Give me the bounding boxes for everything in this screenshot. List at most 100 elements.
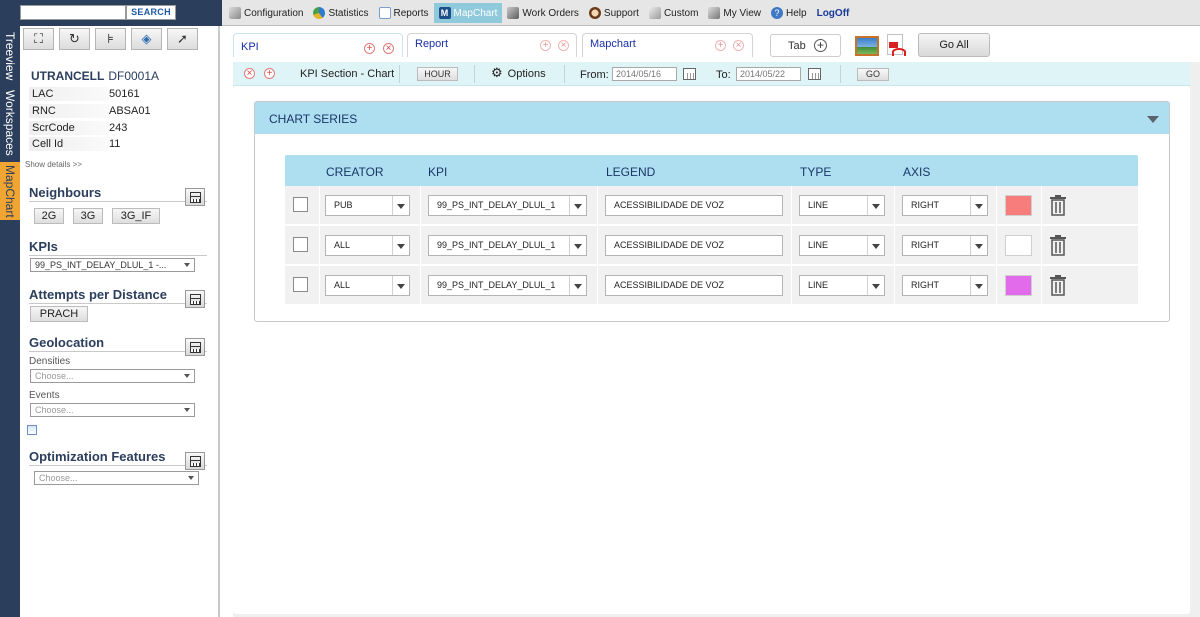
layers-tool-button[interactable]: ◈ — [131, 28, 162, 50]
chevron-down-icon — [867, 196, 884, 215]
calculator-icon — [189, 455, 201, 467]
menu-help[interactable]: ? Help — [766, 3, 812, 23]
close-icon[interactable]: × — [733, 40, 744, 51]
top-bar: SEARCH Configuration Statistics Reports … — [0, 0, 1200, 26]
chart-series-header[interactable]: CHART SERIES — [255, 102, 1169, 134]
row-checkbox[interactable] — [293, 237, 308, 252]
menu-work-orders[interactable]: Work Orders — [502, 3, 584, 23]
creator-select[interactable]: ALL — [325, 235, 410, 256]
legend-input[interactable]: ACESSIBILIDADE DE VOZ — [605, 235, 783, 256]
kpi-select[interactable]: 99_PS_INT_DELAY_DLUL_1 — [428, 275, 587, 296]
col-creator: CREATOR — [326, 165, 384, 179]
color-swatch[interactable] — [1005, 275, 1032, 296]
row-checkbox[interactable] — [293, 277, 308, 292]
add-icon[interactable]: + — [364, 43, 375, 54]
legend-input[interactable]: ACESSIBILIDADE DE VOZ — [605, 195, 783, 216]
chart-series-panel: CHART SERIES CREATOR KPI LEGEND TYPE AXI… — [254, 101, 1170, 322]
cell-tool-button[interactable]: ⛶ — [23, 28, 54, 50]
menu-support[interactable]: Support — [584, 3, 644, 23]
tree-tool-button[interactable]: ⊧ — [95, 28, 126, 50]
search-input[interactable] — [20, 5, 126, 20]
add-tab-button[interactable]: Tab + — [770, 34, 841, 57]
pdf-export-icon[interactable] — [887, 34, 906, 56]
menu-reports[interactable]: Reports — [374, 3, 434, 23]
prach-button[interactable]: PRACH — [30, 306, 88, 322]
trash-icon[interactable] — [1049, 275, 1067, 296]
neighbours-calc-button[interactable] — [185, 188, 205, 206]
optimization-select[interactable]: Choose... — [34, 471, 199, 485]
color-swatch[interactable] — [1005, 195, 1032, 216]
cell-id: DF0001A — [108, 69, 160, 83]
image-export-icon[interactable] — [855, 36, 879, 56]
optimization-calc-button[interactable] — [185, 452, 205, 470]
attempts-calc-button[interactable] — [185, 290, 205, 308]
neighbours-3gif-button[interactable]: 3G_IF — [112, 208, 160, 224]
calendar-icon[interactable] — [683, 68, 696, 80]
creator-select[interactable]: PUB — [325, 195, 410, 216]
granularity-button[interactable]: HOUR — [417, 67, 458, 81]
cell-value: 50161 — [109, 88, 140, 100]
tab-kpi[interactable]: KPI + × — [233, 33, 403, 57]
report-icon — [378, 7, 391, 19]
geolocation-calc-button[interactable] — [185, 338, 205, 356]
go-button[interactable]: GO — [857, 68, 889, 81]
mapchart-icon: M — [438, 7, 451, 19]
menu-custom[interactable]: Custom — [644, 3, 703, 23]
axis-select[interactable]: RIGHT — [902, 195, 988, 216]
close-icon[interactable]: × — [383, 43, 394, 54]
menu-statistics[interactable]: Statistics — [308, 3, 373, 23]
collapse-icon[interactable] — [1147, 116, 1159, 123]
events-select[interactable]: Choose... — [30, 403, 195, 417]
tab-report[interactable]: Report + × — [407, 33, 577, 57]
add-icon[interactable]: + — [540, 40, 551, 51]
neighbours-2g-button[interactable]: 2G — [34, 208, 64, 224]
chevron-down-icon — [569, 236, 586, 255]
options-button[interactable]: ⚙ Options — [491, 66, 546, 80]
kpi-select[interactable]: 99_PS_INT_DELAY_DLUL_1 — [428, 235, 587, 256]
axis-select[interactable]: RIGHT — [902, 235, 988, 256]
go-all-button[interactable]: Go All — [918, 33, 990, 57]
neighbours-3g-button[interactable]: 3G — [73, 208, 103, 224]
calendar-icon[interactable] — [808, 68, 821, 80]
color-swatch[interactable] — [1005, 235, 1032, 256]
add-icon[interactable]: + — [715, 40, 726, 51]
cell-value: 11 — [109, 138, 121, 150]
axis-select[interactable]: RIGHT — [902, 275, 988, 296]
row-checkbox[interactable] — [293, 197, 308, 212]
col-kpi: KPI — [428, 165, 448, 179]
geolocation-settings-icon[interactable] — [27, 425, 37, 435]
type-select[interactable]: LINE — [799, 275, 885, 296]
vtab-mapchart[interactable]: MapChart — [0, 162, 20, 220]
chevron-down-icon — [184, 374, 190, 378]
kpi-select[interactable]: 99_PS_INT_DELAY_DLUL_1 — [428, 195, 587, 216]
creator-select[interactable]: ALL — [325, 275, 410, 296]
trash-icon[interactable] — [1049, 235, 1067, 256]
search-button[interactable]: SEARCH — [126, 5, 176, 20]
content-pane: CHART SERIES CREATOR KPI LEGEND TYPE AXI… — [233, 86, 1190, 614]
chevron-down-icon — [970, 236, 987, 255]
add-icon[interactable]: + — [264, 68, 275, 79]
from-date-input[interactable] — [612, 67, 677, 81]
vertical-tabs: Treeview Workspaces MapChart — [0, 26, 20, 617]
type-select[interactable]: LINE — [799, 195, 885, 216]
pointer-tool-button[interactable]: ➚ — [167, 28, 198, 50]
menu-my-view[interactable]: My View — [703, 3, 766, 23]
menu-logoff[interactable]: LogOff — [812, 3, 855, 23]
vtab-workspaces[interactable]: Workspaces — [0, 86, 20, 160]
menu-configuration[interactable]: Configuration — [224, 3, 308, 23]
refresh-tool-button[interactable]: ↻ — [59, 28, 90, 50]
trash-icon[interactable] — [1049, 195, 1067, 216]
close-icon[interactable]: × — [244, 68, 255, 79]
legend-input[interactable]: ACESSIBILIDADE DE VOZ — [605, 275, 783, 296]
menu-mapchart[interactable]: M MapChart — [433, 3, 503, 23]
kpi-select[interactable]: 99_PS_INT_DELAY_DLUL_1 -... — [30, 258, 195, 272]
close-icon[interactable]: × — [558, 40, 569, 51]
to-date-input[interactable] — [736, 67, 801, 81]
densities-select[interactable]: Choose... — [30, 369, 195, 383]
type-select[interactable]: LINE — [799, 235, 885, 256]
show-details-link[interactable]: Show details >> — [25, 160, 82, 169]
calculator-icon — [189, 341, 201, 353]
tab-mapchart[interactable]: Mapchart + × — [582, 33, 753, 57]
vtab-treeview[interactable]: Treeview — [0, 28, 20, 84]
left-panel: ⛶ ↻ ⊧ ◈ ➚ UTRANCELL DF0001A LAC 50161 RNC A… — [21, 26, 220, 617]
